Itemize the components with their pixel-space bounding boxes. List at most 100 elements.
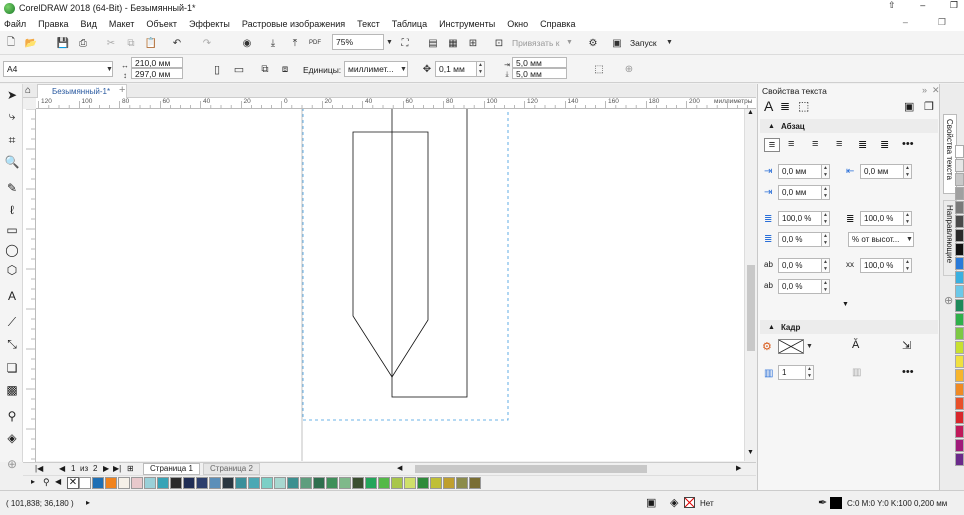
page-size-select[interactable]: A4 bbox=[3, 61, 113, 77]
crop-tool-icon[interactable]: ⌗ bbox=[4, 132, 20, 148]
frame-section-header[interactable]: ▲ Кадр bbox=[760, 320, 938, 334]
palette-swatch[interactable] bbox=[274, 477, 286, 489]
palette-swatch[interactable] bbox=[261, 477, 273, 489]
connector-tool-icon[interactable]: ⤡ bbox=[4, 336, 20, 352]
align-force-justify-icon[interactable]: ≣ bbox=[880, 138, 889, 151]
rectangle-tool-icon[interactable]: ▭ bbox=[4, 222, 20, 238]
char-spacing-field[interactable]: 0,0 % bbox=[778, 258, 822, 273]
columns-field[interactable]: 1 bbox=[778, 365, 806, 380]
palette-swatch[interactable] bbox=[339, 477, 351, 489]
palette-swatch[interactable] bbox=[144, 477, 156, 489]
frame-background-icon[interactable]: ⚙ bbox=[762, 340, 772, 353]
palette-swatch[interactable] bbox=[248, 477, 260, 489]
horizontal-scroll-thumb[interactable] bbox=[415, 465, 647, 473]
snap-dropdown-icon[interactable]: ▼ bbox=[566, 39, 573, 46]
menu-text[interactable]: Текст bbox=[357, 19, 380, 29]
palette-swatch[interactable] bbox=[183, 477, 195, 489]
vertical-ruler[interactable] bbox=[23, 109, 36, 462]
right-palette-swatch[interactable] bbox=[955, 453, 964, 466]
palette-swatch[interactable] bbox=[79, 477, 91, 489]
scroll-up-icon[interactable]: ▲ bbox=[747, 109, 754, 116]
rectangle-shape[interactable] bbox=[391, 109, 468, 398]
redo-icon[interactable]: ↷ bbox=[200, 36, 214, 50]
status-arrow-icon[interactable]: ▸ bbox=[86, 498, 90, 507]
line-spacing-field[interactable]: 100,0 % bbox=[778, 211, 822, 226]
page-tab-1[interactable]: Страница 1 bbox=[143, 463, 200, 475]
char-spacing-spinner[interactable]: ▲ ▼ bbox=[822, 258, 830, 273]
open-icon[interactable]: 📂 bbox=[24, 36, 38, 50]
before-paragraph-field[interactable]: 100,0 % bbox=[860, 211, 904, 226]
text-direction-icon[interactable]: ⇲ bbox=[902, 339, 911, 352]
units-select[interactable]: миллимет... bbox=[344, 61, 408, 77]
docker-options-icon[interactable]: ❐ bbox=[924, 100, 934, 113]
pentagon-shape[interactable] bbox=[352, 131, 429, 378]
palette-swatch[interactable] bbox=[365, 477, 377, 489]
right-palette-swatch[interactable] bbox=[955, 243, 964, 256]
palette-swatch[interactable] bbox=[209, 477, 221, 489]
artistic-media-icon[interactable]: ℓ bbox=[4, 202, 20, 218]
welcome-home-icon[interactable]: ⌂ bbox=[25, 85, 31, 96]
align-right-icon[interactable]: ≡ bbox=[836, 138, 842, 150]
last-page-icon[interactable]: ▶| bbox=[113, 464, 121, 473]
character-tab-icon[interactable]: A bbox=[764, 98, 773, 114]
right-palette-swatch[interactable] bbox=[955, 187, 964, 200]
menu-effects[interactable]: Эффекты bbox=[189, 19, 230, 29]
add-page-icon[interactable]: ⊞ bbox=[127, 464, 134, 473]
current-page-icon[interactable]: ⧈ bbox=[278, 62, 292, 76]
palette-swatch[interactable] bbox=[196, 477, 208, 489]
first-line-indent-field[interactable]: 0,0 мм bbox=[778, 185, 822, 200]
account-icon[interactable]: ⇧ bbox=[888, 0, 896, 11]
ellipse-tool-icon[interactable]: ◯ bbox=[4, 242, 20, 258]
right-palette-swatch[interactable] bbox=[955, 383, 964, 396]
docker-menu-icon[interactable]: ▣ bbox=[904, 100, 914, 113]
text-tool-icon[interactable]: A bbox=[4, 288, 20, 304]
outline-pen-icon[interactable]: ✒ bbox=[818, 496, 827, 509]
columns-spinner[interactable]: ▲ ▼ bbox=[806, 365, 814, 380]
right-indent-field[interactable]: 0,0 мм bbox=[860, 164, 904, 179]
fill-icon[interactable]: ◈ bbox=[670, 496, 678, 509]
palette-swatch[interactable] bbox=[235, 477, 247, 489]
duplicate-x-field[interactable]: 5,0 мм bbox=[512, 57, 567, 68]
minimize-icon[interactable]: – bbox=[920, 0, 925, 11]
vertical-scrollbar[interactable]: ▲ ▼ bbox=[744, 109, 756, 461]
palette-swatch[interactable] bbox=[222, 477, 234, 489]
transparency-tool-icon[interactable]: ▩ bbox=[4, 382, 20, 398]
all-pages-icon[interactable]: ⧉ bbox=[258, 62, 272, 76]
menu-layout[interactable]: Макет bbox=[109, 19, 134, 29]
paragraph-section-header[interactable]: ▲ Абзац bbox=[760, 119, 938, 133]
language-spacing-field[interactable]: 0,0 % bbox=[778, 279, 822, 294]
no-color-swatch[interactable]: ✕ bbox=[67, 477, 79, 489]
zoom-dropdown-icon[interactable]: ▼ bbox=[386, 39, 393, 46]
drop-shadow-icon[interactable]: ❏ bbox=[4, 360, 20, 376]
parallel-dimension-icon[interactable]: ⟋ bbox=[4, 314, 20, 330]
language-spacing-spinner[interactable]: ▲ ▼ bbox=[822, 279, 830, 294]
align-justify-icon[interactable]: ≣ bbox=[858, 138, 867, 151]
launch-dropdown-icon[interactable]: ▼ bbox=[666, 39, 673, 46]
show-rulers-icon[interactable]: ▤ bbox=[426, 36, 440, 50]
word-spacing-field[interactable]: 100,0 % bbox=[860, 258, 904, 273]
eyedropper-icon[interactable]: ⚲ bbox=[43, 477, 50, 488]
first-page-icon[interactable]: |◀ bbox=[35, 464, 43, 473]
duplicate-y-field[interactable]: 5,0 мм bbox=[512, 68, 567, 79]
drawing-canvas[interactable] bbox=[36, 109, 744, 461]
palette-swatch[interactable] bbox=[456, 477, 468, 489]
frame-tab-icon[interactable]: ⬚ bbox=[798, 99, 809, 113]
scroll-left-icon[interactable]: ◀ bbox=[397, 464, 402, 472]
right-palette-swatch[interactable] bbox=[955, 201, 964, 214]
right-palette-swatch[interactable] bbox=[955, 411, 964, 424]
right-indent-spinner[interactable]: ▲ ▼ bbox=[904, 164, 912, 179]
treat-as-filled-icon[interactable]: ⬚ bbox=[592, 62, 606, 76]
interactive-fill-icon[interactable]: ◈ bbox=[4, 430, 20, 446]
horizontal-ruler[interactable]: 120 100 80 60 40 20 0 20 40 60 80 100 120 140 160 180 20… bbox=[36, 98, 756, 109]
polygon-tool-icon[interactable]: ⬡ bbox=[4, 262, 20, 278]
frame-fill-swatch[interactable] bbox=[778, 339, 804, 354]
palette-swatch[interactable] bbox=[443, 477, 455, 489]
right-palette-swatch[interactable] bbox=[955, 145, 964, 158]
right-palette-swatch[interactable] bbox=[955, 327, 964, 340]
right-palette-swatch[interactable] bbox=[955, 159, 964, 172]
right-palette-swatch[interactable] bbox=[955, 313, 964, 326]
show-guidelines-icon[interactable]: ⊞ bbox=[466, 36, 480, 50]
palette-swatch[interactable] bbox=[157, 477, 169, 489]
page-tab-2[interactable]: Страница 2 bbox=[203, 463, 260, 475]
menu-window[interactable]: Окно bbox=[507, 19, 528, 29]
